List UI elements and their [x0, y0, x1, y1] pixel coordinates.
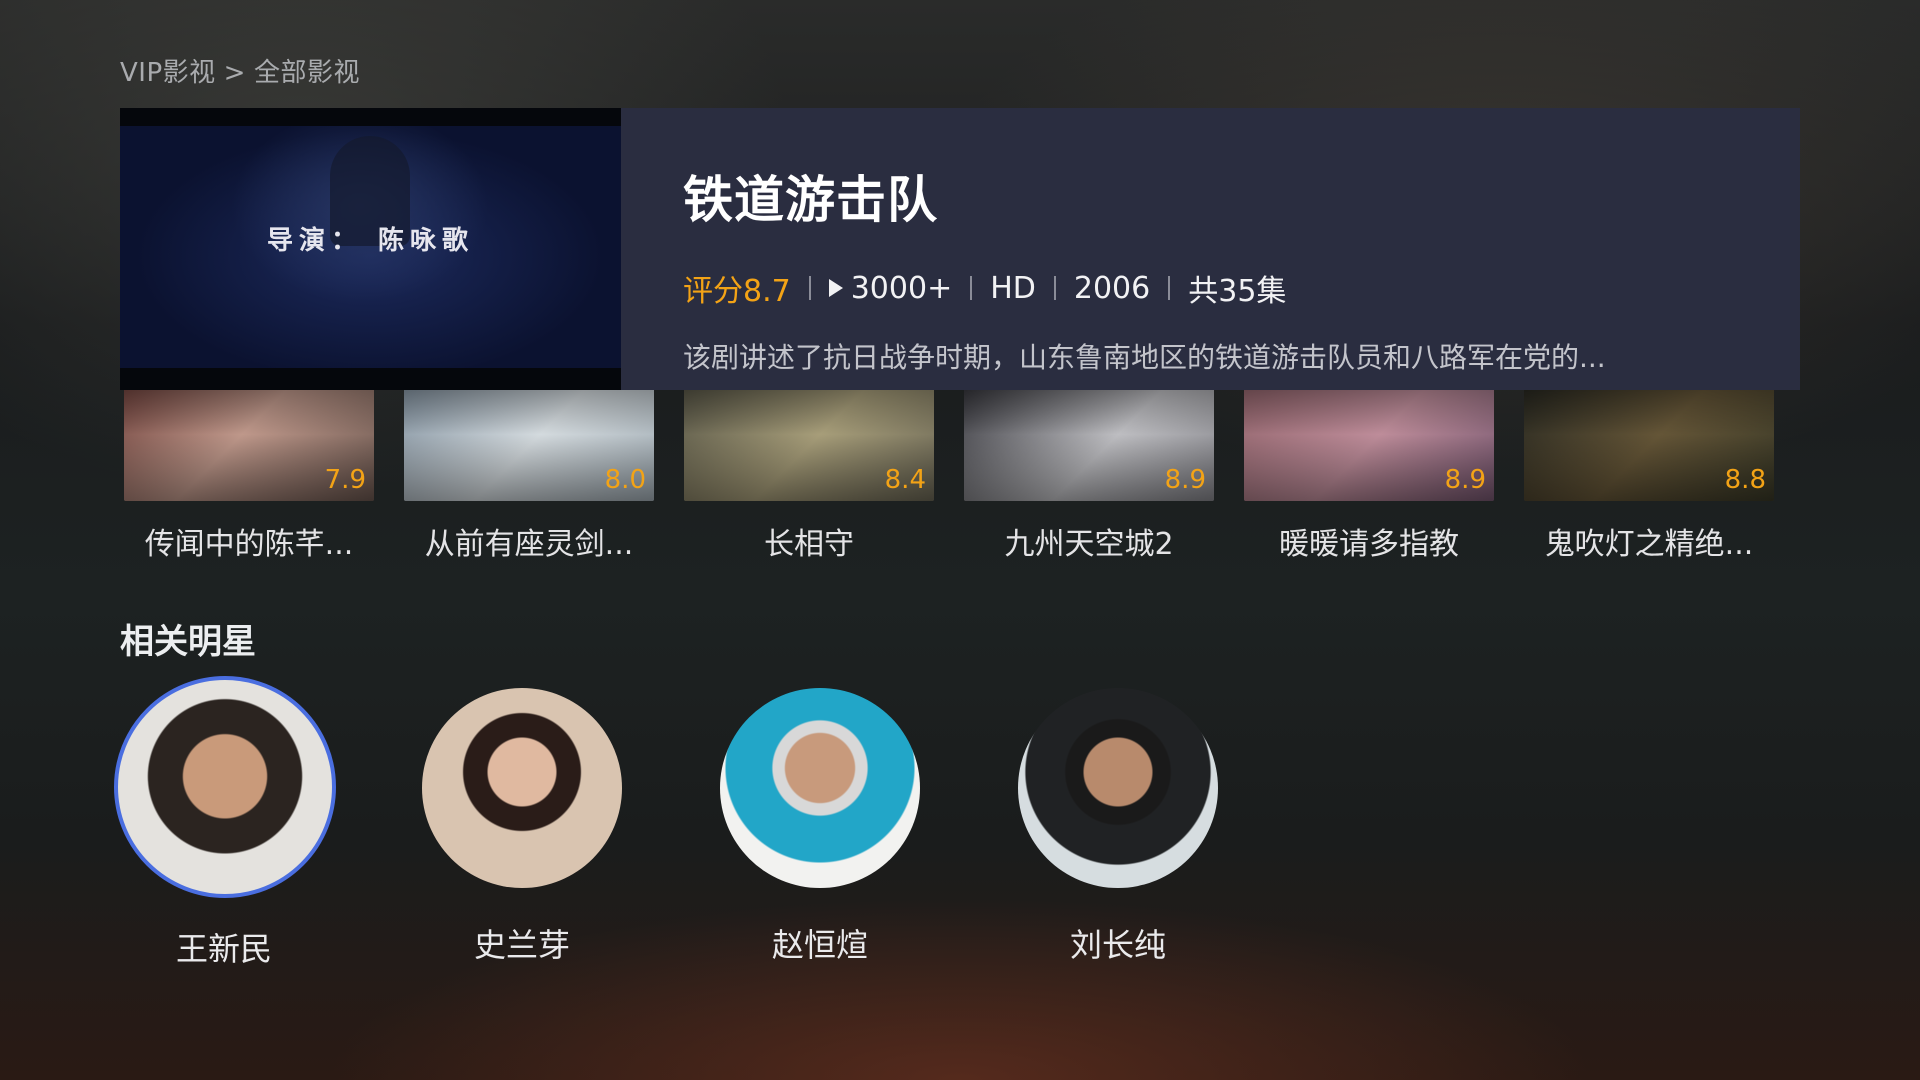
star-name: 史兰芽 — [473, 926, 570, 964]
movie-card[interactable]: 8.9 暖暖请多指教 — [1244, 390, 1494, 563]
movie-title: 鬼吹灯之精绝... — [1544, 527, 1754, 562]
movie-title: 从前有座灵剑... — [424, 527, 634, 562]
avatar — [1018, 688, 1218, 888]
thumbnail-caption: 导演： 陈咏歌 — [266, 226, 475, 256]
movie-poster: 8.4 — [684, 390, 934, 501]
movie-poster: 8.9 — [964, 390, 1214, 501]
breadcrumb: VIP影视 > 全部影视 — [120, 52, 360, 89]
quality-badge: HD — [990, 270, 1036, 306]
star-name: 赵恒煊 — [771, 926, 868, 964]
movie-score: 8.9 — [1444, 465, 1486, 495]
movie-poster: 8.8 — [1524, 390, 1774, 501]
movie-card[interactable]: 8.0 从前有座灵剑... — [404, 390, 654, 563]
movie-score: 7.9 — [324, 465, 366, 495]
breadcrumb-separator: > — [223, 58, 246, 88]
star-card-focused[interactable]: 王新民 — [114, 676, 336, 970]
movie-score: 8.0 — [604, 465, 646, 495]
avatar — [114, 676, 336, 898]
star-card[interactable]: 赵恒煊 — [710, 688, 930, 966]
movie-poster: 8.0 — [404, 390, 654, 501]
movie-title: 暖暖请多指教 — [1279, 527, 1459, 562]
meta-divider — [808, 276, 811, 300]
avatar — [720, 688, 920, 888]
play-icon — [828, 279, 843, 297]
year: 2006 — [1073, 270, 1151, 306]
meta-divider — [1168, 276, 1171, 300]
play-count: 3000+ — [850, 270, 953, 306]
rating: 评分8.7 — [683, 274, 791, 309]
movie-poster: 8.9 — [1244, 390, 1494, 501]
movie-score: 8.4 — [884, 465, 926, 495]
movie-card[interactable]: 7.9 传闻中的陈芊... — [124, 390, 374, 563]
avatar — [422, 688, 622, 888]
movie-card[interactable]: 8.9 九州天空城2 — [964, 390, 1214, 563]
meta-divider — [1053, 276, 1056, 300]
star-card[interactable]: 刘长纯 — [1008, 688, 1228, 966]
related-movies-row: 7.9 传闻中的陈芊... 8.0 从前有座灵剑... 8.4 长相守 8.9 … — [124, 390, 1804, 570]
featured-description: 该剧讲述了抗日战争时期，山东鲁南地区的铁道游击队员和八路军在党的... — [683, 341, 1606, 374]
movie-score: 8.8 — [1724, 465, 1766, 495]
movie-title: 传闻中的陈芊... — [144, 527, 354, 562]
movie-poster: 7.9 — [124, 390, 374, 501]
featured-meta: 评分8.7 3000+ HD 2006 共35集 — [683, 266, 1800, 310]
meta-divider — [970, 276, 973, 300]
featured-info: 铁道游击队 评分8.7 3000+ HD 2006 共35集 该剧讲述了抗日战争… — [621, 108, 1800, 390]
movie-card[interactable]: 8.4 长相守 — [684, 390, 934, 563]
movie-title: 九州天空城2 — [1004, 527, 1174, 562]
breadcrumb-current: 全部影视 — [253, 58, 360, 88]
movie-score: 8.9 — [1164, 465, 1206, 495]
episode-count: 共35集 — [1188, 274, 1287, 309]
star-name: 刘长纯 — [1069, 926, 1166, 964]
featured-title: 铁道游击队 — [683, 171, 938, 229]
movie-card[interactable]: 8.8 鬼吹灯之精绝... — [1524, 390, 1774, 563]
movie-title: 长相守 — [764, 527, 854, 562]
featured-thumbnail[interactable]: 导演： 陈咏歌 — [120, 108, 621, 390]
star-card[interactable]: 史兰芽 — [412, 688, 632, 966]
star-name: 王新民 — [175, 930, 272, 968]
stars-section-title: 相关明星 — [120, 622, 256, 662]
breadcrumb-root[interactable]: VIP影视 — [120, 58, 216, 88]
featured-card[interactable]: 导演： 陈咏歌 铁道游击队 评分8.7 3000+ HD 2006 共35集 该… — [120, 108, 1800, 390]
